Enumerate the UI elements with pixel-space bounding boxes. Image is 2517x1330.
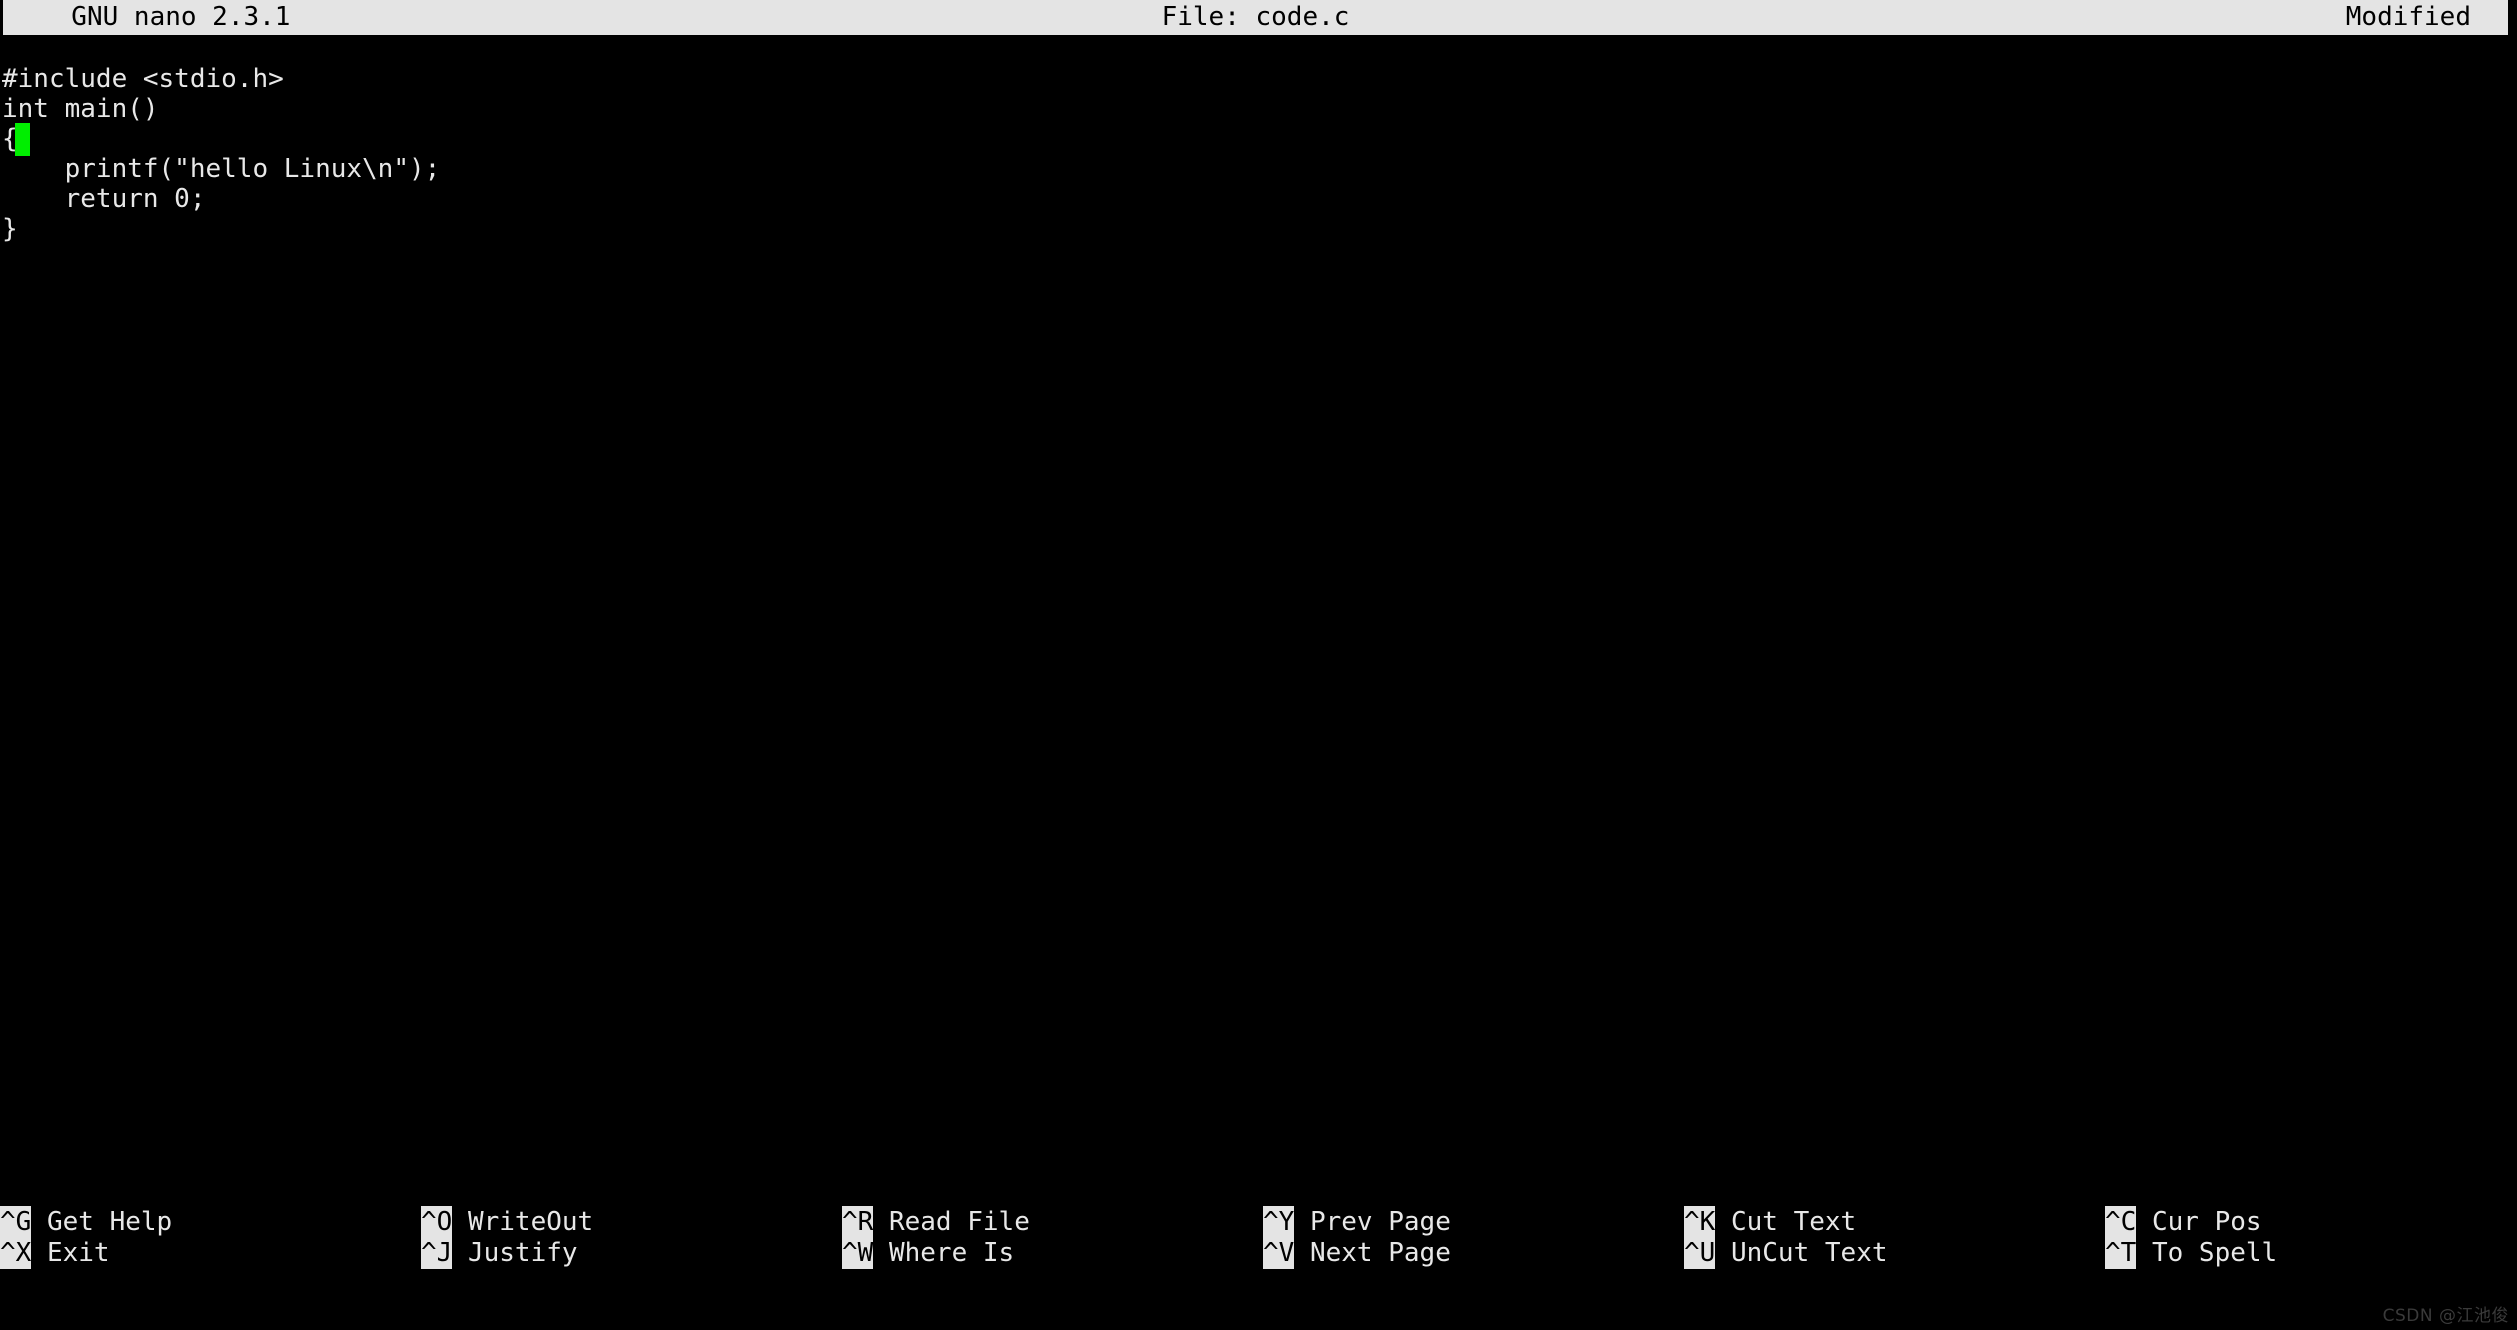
shortcut-key: ^J [421, 1237, 453, 1269]
shortcut-help-bar: ^G Get Help ^O WriteOut ^R Read File ^Y … [0, 1196, 2517, 1296]
watermark-label: CSDN @江池俊 [2382, 1306, 2509, 1326]
code-line: } [2, 214, 18, 244]
shortcut-label: Cut Text [1715, 1207, 1857, 1237]
editor-text-area[interactable]: #include <stdio.h> int main() { printf("… [0, 60, 2517, 1190]
text-cursor [15, 123, 30, 156]
shortcut-key: ^U [1684, 1237, 1716, 1269]
shortcut-prev-page[interactable]: ^Y Prev Page [1263, 1206, 1451, 1238]
file-name-label: File: code.c [1161, 2, 1350, 32]
shortcut-label: Prev Page [1294, 1207, 1451, 1237]
shortcut-to-spell[interactable]: ^T To Spell [2105, 1237, 2277, 1269]
shortcut-write-out[interactable]: ^O WriteOut [421, 1206, 593, 1238]
code-line: return 0; [2, 184, 206, 214]
shortcut-cut-text[interactable]: ^K Cut Text [1684, 1206, 1856, 1238]
terminal-window: GNU nano 2.3.1 File: code.c Modified #in… [0, 0, 2517, 1330]
shortcut-key: ^C [2105, 1206, 2137, 1238]
shortcut-key: ^K [1684, 1206, 1716, 1238]
shortcut-key: ^T [2105, 1237, 2137, 1269]
nano-title-bar: GNU nano 2.3.1 File: code.c Modified [3, 0, 2508, 35]
shortcut-next-page[interactable]: ^V Next Page [1263, 1237, 1451, 1269]
code-line: printf("hello Linux\n"); [2, 154, 441, 184]
shortcut-key: ^O [421, 1206, 453, 1238]
shortcut-label: Get Help [31, 1207, 173, 1237]
shortcut-key: ^X [0, 1237, 32, 1269]
shortcut-label: UnCut Text [1715, 1238, 1888, 1268]
shortcut-label: Cur Pos [2136, 1207, 2262, 1237]
shortcut-key: ^Y [1263, 1206, 1295, 1238]
code-line: #include <stdio.h> [2, 64, 284, 94]
shortcut-read-file[interactable]: ^R Read File [842, 1206, 1030, 1238]
shortcut-label: Exit [31, 1238, 110, 1268]
shortcut-label: Read File [873, 1207, 1030, 1237]
shortcut-label: Justify [452, 1238, 578, 1268]
code-line: int main() [2, 94, 159, 124]
shortcut-get-help[interactable]: ^G Get Help [0, 1206, 172, 1238]
shortcut-key: ^V [1263, 1237, 1295, 1269]
shortcut-exit[interactable]: ^X Exit [0, 1237, 110, 1269]
shortcut-key: ^R [842, 1206, 874, 1238]
shortcut-label: Where Is [873, 1238, 1015, 1268]
shortcut-uncut-text[interactable]: ^U UnCut Text [1684, 1237, 1888, 1269]
shortcut-where-is[interactable]: ^W Where Is [842, 1237, 1014, 1269]
shortcut-key: ^G [0, 1206, 32, 1238]
shortcut-label: To Spell [2136, 1238, 2278, 1268]
modified-status-badge: Modified [2345, 2, 2471, 32]
shortcut-cur-pos[interactable]: ^C Cur Pos [2105, 1206, 2262, 1238]
shortcut-label: Next Page [1294, 1238, 1451, 1268]
shortcut-label: WriteOut [452, 1207, 594, 1237]
shortcut-justify[interactable]: ^J Justify [421, 1237, 578, 1269]
shortcut-key: ^W [842, 1237, 874, 1269]
